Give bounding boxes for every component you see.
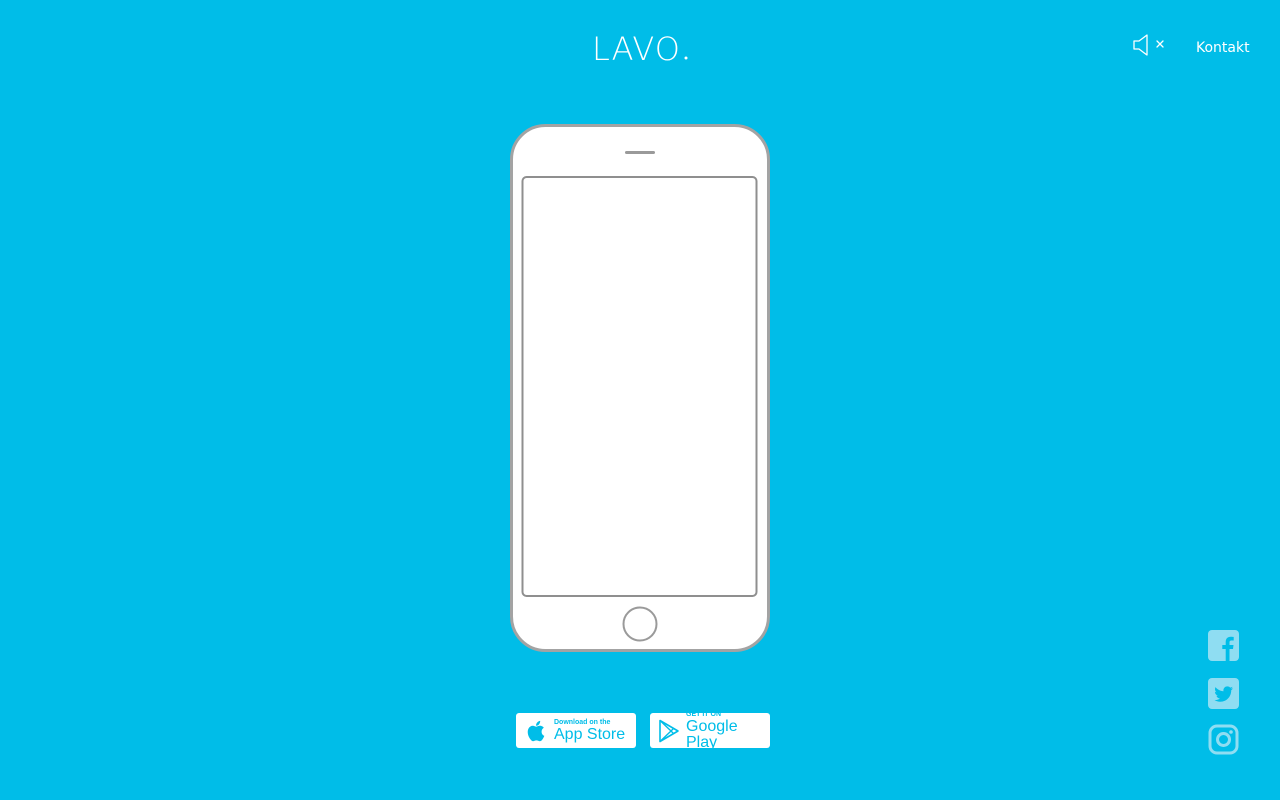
apple-icon: [527, 720, 545, 741]
phone-screen: [521, 176, 758, 597]
phone-mockup: [510, 124, 770, 652]
app-store-small-text: Download on the: [554, 718, 611, 726]
lavo-logo[interactable]: LAVO: [590, 30, 690, 64]
landing-page: LAVO Kontakt Download on the App Store G…: [0, 0, 1280, 800]
google-play-small-text: GET IT ON: [686, 710, 721, 718]
twitter-icon[interactable]: [1208, 678, 1239, 709]
facebook-icon[interactable]: [1208, 630, 1239, 661]
google-play-badge[interactable]: GET IT ON Google Play: [650, 710, 770, 751]
app-store-big-text: App Store: [554, 725, 626, 743]
google-play-icon: [659, 719, 679, 742]
speaker-muted-icon: [1133, 34, 1164, 56]
phone-home-button: [622, 606, 658, 642]
logo-text: LAVO: [592, 30, 681, 64]
app-store-badge[interactable]: Download on the App Store: [516, 713, 636, 748]
google-play-big-text: Google Play: [686, 717, 738, 751]
sound-toggle-button[interactable]: [1132, 33, 1170, 57]
phone-speaker: [625, 151, 655, 154]
contact-link[interactable]: Kontakt: [1196, 40, 1250, 56]
instagram-icon[interactable]: [1208, 724, 1239, 755]
